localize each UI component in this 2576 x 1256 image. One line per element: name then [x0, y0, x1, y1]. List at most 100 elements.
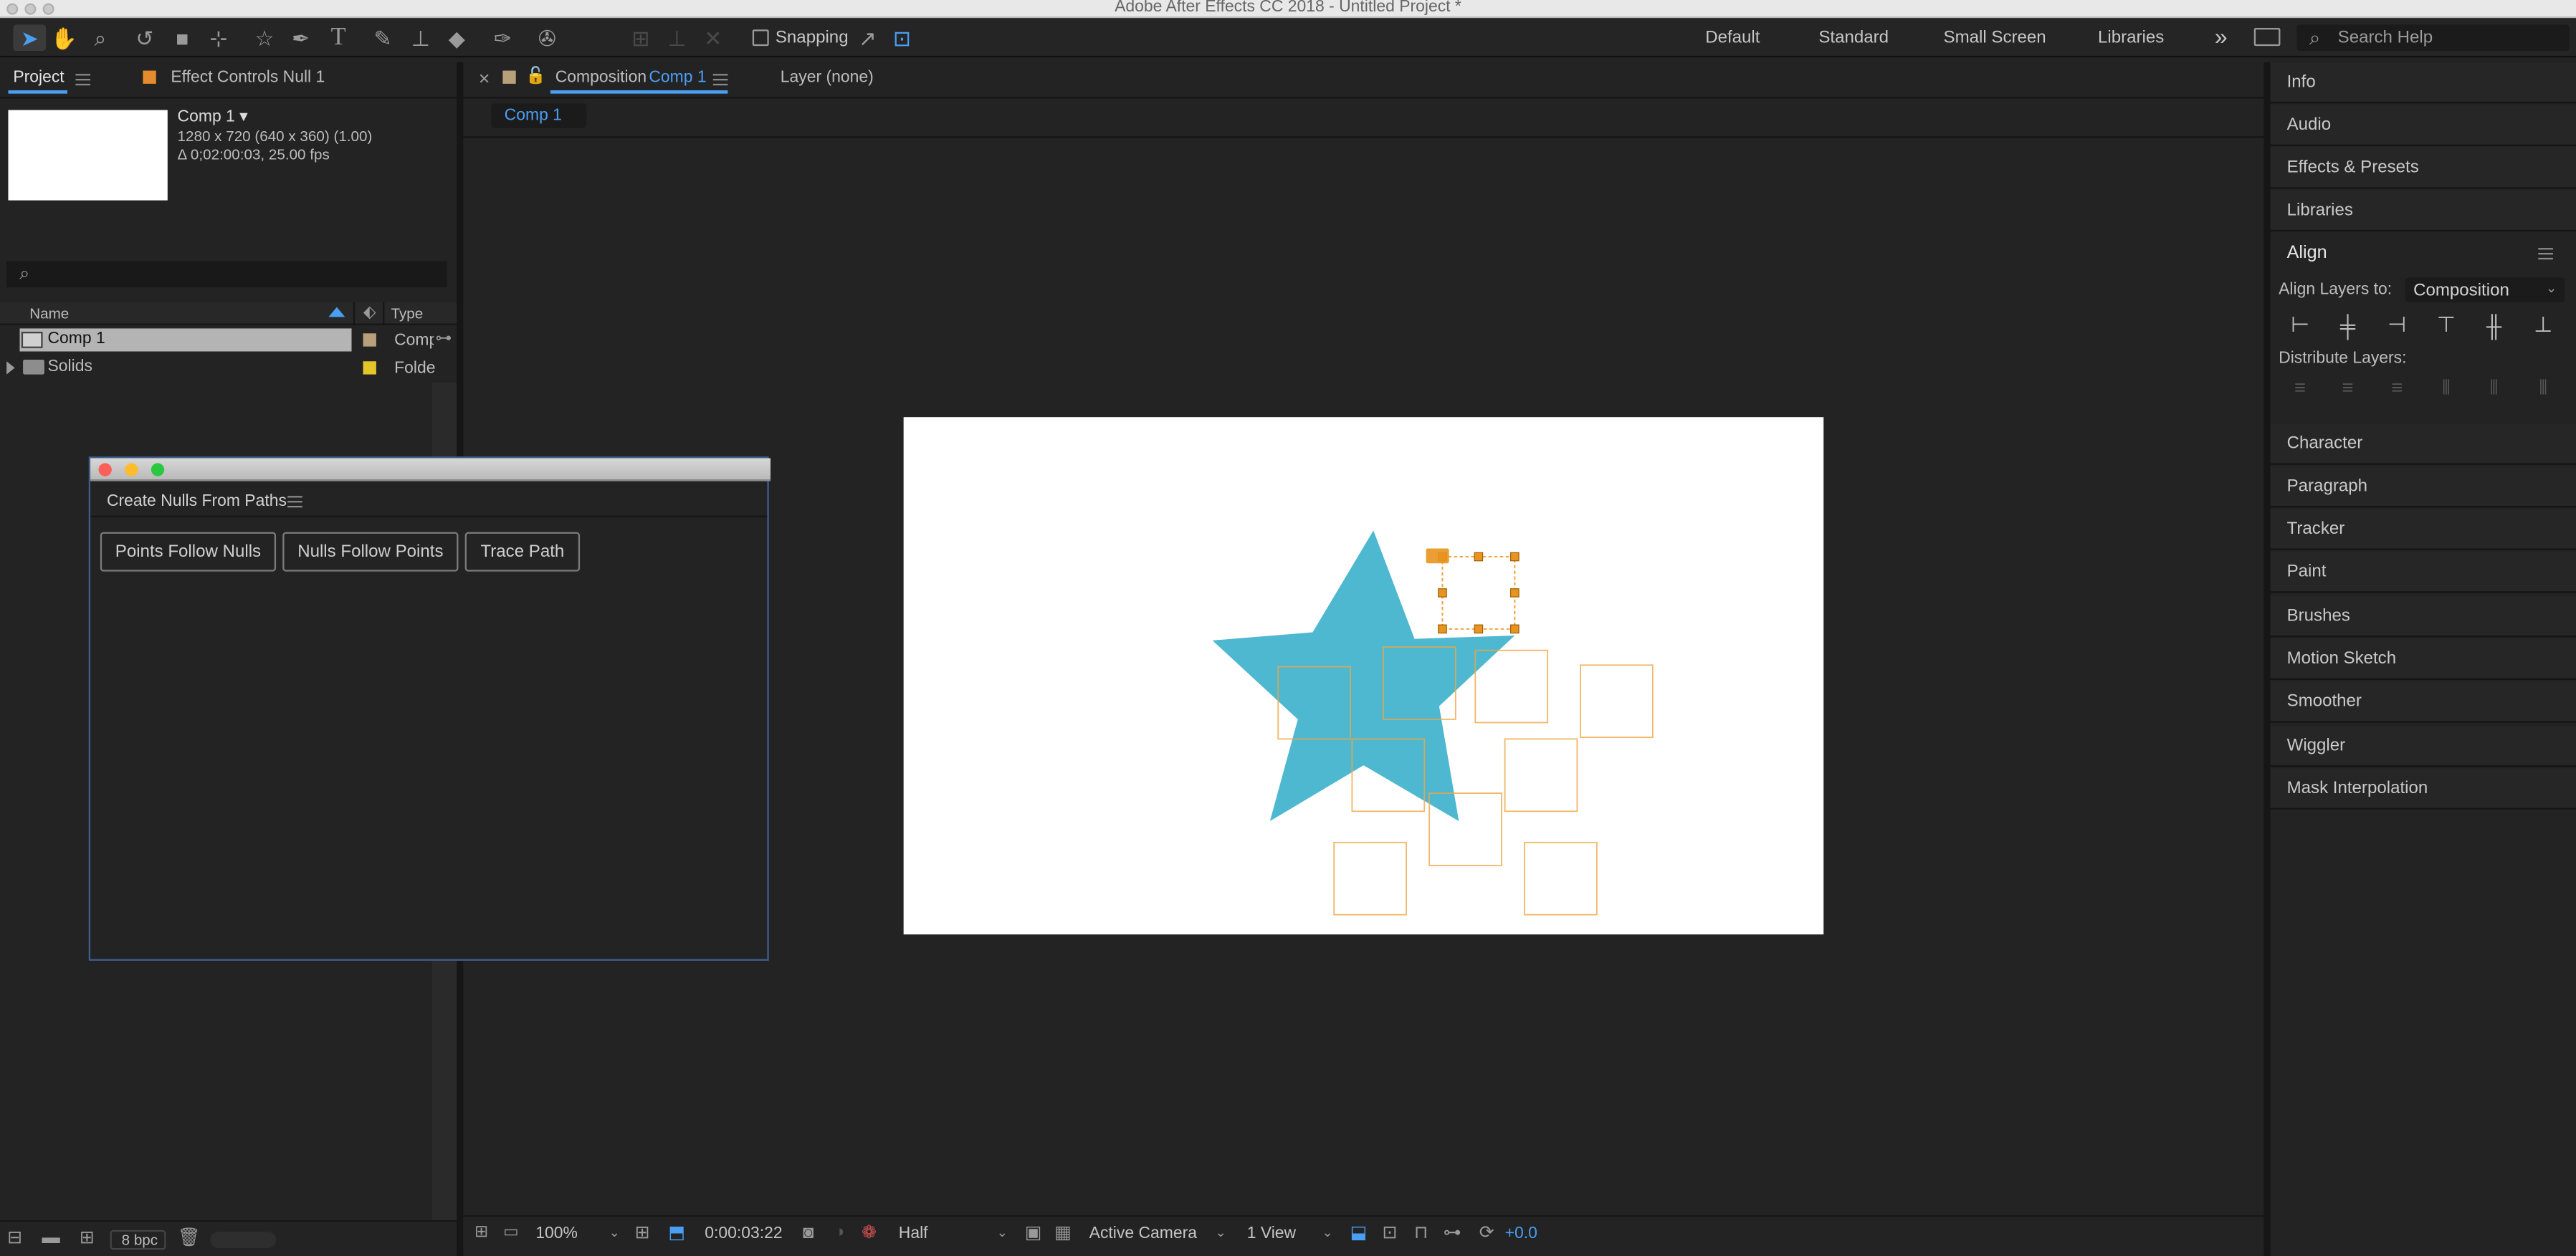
shape-tool-icon[interactable]: ☆	[252, 24, 278, 51]
script-panel-menu-icon[interactable]	[287, 496, 302, 508]
label-color-swatch[interactable]	[363, 361, 376, 375]
timeline-icon[interactable]: ⊓	[1410, 1224, 1433, 1244]
label-color-swatch[interactable]	[363, 333, 376, 347]
world-axis-icon[interactable]: ⊥	[665, 24, 688, 51]
pan-behind-tool-icon[interactable]: ⊹	[206, 24, 232, 51]
column-name-header[interactable]: Name	[29, 305, 69, 322]
character-panel-header[interactable]: Character	[2270, 423, 2576, 465]
chevron-down-icon[interactable]: ⌄	[994, 1225, 1011, 1242]
audio-panel-header[interactable]: Audio	[2270, 105, 2576, 146]
distribute-bottom-icon[interactable]: ≡	[2384, 376, 2410, 399]
toggle-pixel-aspect-icon[interactable]: ⬓	[1347, 1224, 1370, 1244]
channel-rgb-icon[interactable]: ❁	[859, 1224, 879, 1244]
column-type-header[interactable]: Type	[391, 305, 424, 322]
safe-zones-icon[interactable]: ⊞	[632, 1224, 652, 1244]
mask-interpolation-panel-header[interactable]: Mask Interpolation	[2270, 768, 2576, 810]
interpret-footage-icon[interactable]: ⊟	[4, 1228, 27, 1248]
type-tool-icon[interactable]: T	[325, 24, 352, 51]
selected-null[interactable]	[1426, 548, 1520, 634]
motion-sketch-panel-header[interactable]: Motion Sketch	[2270, 638, 2576, 680]
current-timecode[interactable]: 0:00:03:22	[705, 1225, 782, 1243]
snap-features-icon[interactable]: ⊡	[889, 24, 915, 51]
region-of-interest-icon[interactable]: ▣	[1024, 1224, 1044, 1244]
mask-visibility-icon[interactable]: ⬒	[665, 1224, 688, 1244]
snap-edges-icon[interactable]: ↗	[854, 24, 881, 51]
distribute-horizontal-center-icon[interactable]: ⦀	[2481, 375, 2507, 399]
distribute-right-icon[interactable]: ⦀	[2530, 375, 2557, 399]
workspace-overflow-button[interactable]: »	[2215, 23, 2228, 49]
align-top-icon[interactable]: ⊤	[2433, 312, 2460, 338]
null-outline[interactable]	[1524, 841, 1598, 916]
info-panel-header[interactable]: Info	[2270, 62, 2576, 104]
resolution-dropdown[interactable]: Half	[899, 1225, 928, 1243]
composition-viewer[interactable]	[903, 417, 1824, 935]
brushes-panel-header[interactable]: Brushes	[2270, 596, 2576, 638]
distribute-left-icon[interactable]: ⦀	[2433, 375, 2460, 399]
trace-path-button[interactable]: Trace Path	[464, 532, 581, 572]
snapping-checkbox[interactable]	[752, 29, 769, 47]
null-outline[interactable]	[1333, 841, 1407, 916]
flowchart-icon[interactable]: ⊶	[1441, 1224, 1464, 1244]
tab-layer[interactable]: Layer (none)	[781, 69, 874, 87]
breadcrumb-comp[interactable]: Comp 1	[505, 107, 562, 125]
label-tag-icon[interactable]: ⬖	[360, 304, 380, 324]
align-horizontal-center-icon[interactable]: ╪	[2334, 312, 2361, 338]
rotate-tool-icon[interactable]: ↺	[131, 24, 158, 51]
close-window-button[interactable]	[98, 463, 112, 476]
expand-arrow-icon[interactable]	[6, 361, 15, 375]
zoom-tool-icon[interactable]: ⌕	[87, 24, 113, 51]
workspace-libraries[interactable]: Libraries	[2098, 28, 2164, 48]
minimize-window-button[interactable]	[125, 463, 138, 476]
trash-icon[interactable]: 🗑	[178, 1228, 201, 1248]
new-composition-icon[interactable]: ⊞	[75, 1228, 98, 1248]
comp-name-heading[interactable]: Comp 1 ▾	[178, 108, 248, 126]
tab-project[interactable]: Project	[13, 69, 64, 87]
align-bottom-icon[interactable]: ⊥	[2530, 312, 2557, 338]
project-panel-menu-icon[interactable]	[75, 74, 91, 86]
distribute-top-icon[interactable]: ≡	[2287, 376, 2314, 399]
flowchart-icon[interactable]: ⊶	[434, 330, 454, 350]
workspace-default[interactable]: Default	[1705, 28, 1760, 48]
align-panel-title[interactable]: Align	[2287, 243, 2327, 263]
paragraph-panel-header[interactable]: Paragraph	[2270, 466, 2576, 508]
thumbnail-slider[interactable]	[210, 1232, 277, 1248]
chevron-down-icon[interactable]: ⌄	[1320, 1225, 1336, 1242]
effects-presets-panel-header[interactable]: Effects & Presets	[2270, 148, 2576, 189]
workspace-standard[interactable]: Standard	[1818, 28, 1889, 48]
zoom-level[interactable]: 100%	[535, 1225, 578, 1243]
lock-icon[interactable]: 🔓	[525, 67, 546, 85]
composition-panel-menu-icon[interactable]	[712, 74, 728, 86]
chevron-down-icon[interactable]: ⌄	[606, 1225, 623, 1242]
tab-composition-name[interactable]: Comp 1	[649, 69, 706, 87]
hand-tool-icon[interactable]: ✋	[51, 24, 77, 51]
tab-effect-controls[interactable]: Effect Controls Null 1	[171, 69, 325, 87]
monitor-icon[interactable]: ▭	[501, 1224, 521, 1244]
view-axis-icon[interactable]: ✕	[702, 24, 725, 51]
points-follow-nulls-button[interactable]: Points Follow Nulls	[100, 532, 277, 572]
tracker-panel-header[interactable]: Tracker	[2270, 509, 2576, 550]
camera-view-dropdown[interactable]: Active Camera	[1089, 1225, 1197, 1243]
camera-tool-icon[interactable]: ■	[168, 24, 197, 51]
wiggler-panel-header[interactable]: Wiggler	[2270, 726, 2576, 767]
selection-tool-icon[interactable]: ➤	[13, 24, 47, 52]
search-help-field[interactable]: ⌕ Search Help	[2296, 24, 2570, 52]
new-folder-icon[interactable]: ▬	[39, 1228, 62, 1248]
always-preview-icon[interactable]: ⊞	[472, 1224, 492, 1244]
eraser-tool-icon[interactable]: ◆	[444, 24, 470, 51]
panel-layout-icon[interactable]	[2253, 27, 2281, 47]
align-left-icon[interactable]: ⊢	[2287, 312, 2314, 338]
pen-tool-icon[interactable]: ✒	[287, 24, 314, 51]
align-vertical-center-icon[interactable]: ╫	[2481, 312, 2507, 338]
show-snapshot-icon[interactable]: ◑	[830, 1224, 850, 1244]
null-outline[interactable]	[1504, 738, 1578, 812]
sort-ascending-icon[interactable]	[328, 307, 345, 317]
close-tab-icon[interactable]: ✕	[478, 71, 490, 89]
clone-stamp-tool-icon[interactable]: ⊥	[407, 24, 434, 51]
workspace-small-screen[interactable]: Small Screen	[1944, 28, 2046, 48]
transparency-grid-icon[interactable]: ▦	[1053, 1224, 1073, 1244]
nulls-follow-points-button[interactable]: Nulls Follow Points	[282, 532, 459, 572]
align-panel-menu-icon[interactable]	[2538, 248, 2553, 260]
fast-previews-icon[interactable]: ⊡	[1378, 1224, 1401, 1244]
smoother-panel-header[interactable]: Smoother	[2270, 681, 2576, 723]
star-shape[interactable]	[1212, 530, 1515, 822]
